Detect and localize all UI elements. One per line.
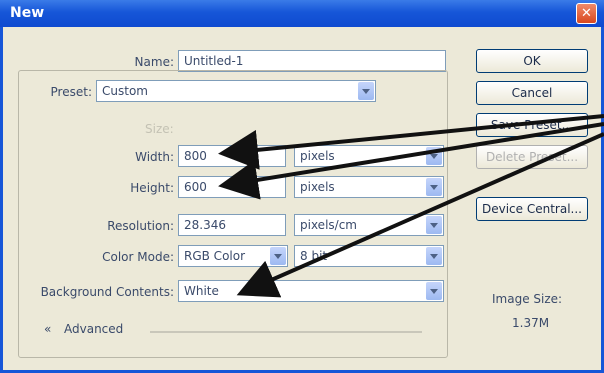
arrow-to-background [236, 132, 604, 298]
annotation-arrows [218, 114, 604, 298]
